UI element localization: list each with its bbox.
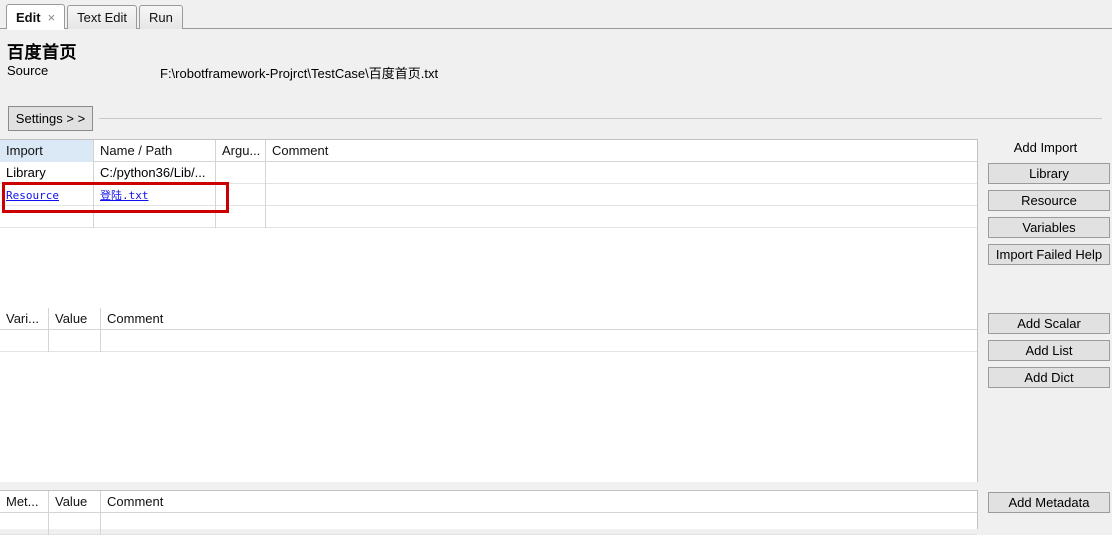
tab-bar: Edit × Text Edit Run [0, 0, 1112, 29]
resource-type-link[interactable]: Resource [6, 189, 59, 202]
metadata-header-row: Met... Value Comment [0, 491, 977, 513]
imports-col-name-path[interactable]: Name / Path [93, 140, 215, 162]
settings-grid-panel: Import Name / Path Argu... Comment Libra… [0, 139, 978, 482]
add-variables-button[interactable]: Variables [988, 217, 1110, 238]
import-name-path-cell[interactable]: 登陆.txt [93, 184, 215, 206]
import-type-cell[interactable]: Library [0, 162, 93, 184]
variable-name-cell-empty[interactable] [0, 330, 48, 352]
settings-sidebar: Add Import Library Resource Variables Im… [979, 132, 1112, 529]
variables-col-comment[interactable]: Comment [100, 308, 500, 330]
metadata-name-cell-empty[interactable] [0, 513, 48, 535]
imports-variables-gap [0, 228, 977, 308]
close-icon[interactable]: × [48, 11, 56, 24]
import-comment-cell[interactable] [265, 184, 665, 206]
tab-edit[interactable]: Edit × [6, 4, 66, 29]
tab-run[interactable]: Run [139, 5, 183, 29]
import-comment-cell[interactable] [265, 162, 665, 184]
variables-header-row: Vari... Value Comment [0, 308, 977, 330]
variable-comment-cell-empty[interactable] [100, 330, 500, 352]
settings-divider [99, 118, 1102, 119]
import-type-cell-empty[interactable] [0, 206, 93, 228]
variables-col-variable[interactable]: Vari... [0, 308, 48, 330]
imports-col-import[interactable]: Import [0, 140, 93, 162]
settings-row: Settings > > [0, 106, 1112, 132]
resource-file-link[interactable]: 登陆.txt [100, 189, 149, 202]
variables-empty-row[interactable] [0, 330, 977, 352]
add-metadata-button[interactable]: Add Metadata [988, 492, 1110, 513]
add-list-button[interactable]: Add List [988, 340, 1110, 361]
settings-toggle-button[interactable]: Settings > > [8, 106, 93, 131]
import-arguments-cell[interactable] [215, 184, 265, 206]
tab-edit-label: Edit [16, 9, 41, 25]
table-row[interactable]: Resource 登陆.txt [0, 184, 977, 206]
tab-run-label: Run [149, 10, 173, 25]
tab-text-edit-label: Text Edit [77, 10, 128, 25]
metadata-col-value[interactable]: Value [48, 491, 100, 513]
import-arguments-cell[interactable] [215, 162, 265, 184]
page-title: 百度首页 [7, 43, 77, 62]
metadata-col-name[interactable]: Met... [0, 491, 48, 513]
metadata-comment-cell-empty[interactable] [100, 513, 500, 535]
add-resource-button[interactable]: Resource [988, 190, 1110, 211]
add-scalar-button[interactable]: Add Scalar [988, 313, 1110, 334]
imports-col-comment[interactable]: Comment [265, 140, 665, 162]
table-row[interactable]: Library C:/python36/Lib/... [0, 162, 977, 184]
import-failed-help-button[interactable]: Import Failed Help [988, 244, 1110, 265]
add-import-title: Add Import [1013, 140, 1078, 155]
imports-col-arguments[interactable]: Argu... [215, 140, 265, 162]
import-comment-cell-empty[interactable] [265, 206, 665, 228]
editor-window: Edit × Text Edit Run 百度首页 Source F:\robo… [0, 0, 1112, 535]
import-type-cell[interactable]: Resource [0, 184, 93, 206]
add-dict-button[interactable]: Add Dict [988, 367, 1110, 388]
metadata-value-cell-empty[interactable] [48, 513, 100, 535]
add-library-button[interactable]: Library [988, 163, 1110, 184]
variable-value-cell-empty[interactable] [48, 330, 100, 352]
metadata-empty-row[interactable] [0, 513, 977, 535]
import-name-path-cell[interactable]: C:/python36/Lib/... [93, 162, 215, 184]
source-label: Source [7, 63, 49, 78]
imports-empty-row[interactable] [0, 206, 977, 228]
source-path-value: F:\robotframework-Projrct\TestCase\百度首页.… [160, 66, 439, 81]
metadata-col-comment[interactable]: Comment [100, 491, 500, 513]
metadata-grid-panel: Met... Value Comment [0, 490, 978, 535]
import-name-path-cell-empty[interactable] [93, 206, 215, 228]
imports-header-row: Import Name / Path Argu... Comment [0, 140, 977, 162]
variables-col-value[interactable]: Value [48, 308, 100, 330]
tab-text-edit[interactable]: Text Edit [67, 5, 138, 29]
tab-strip: Edit × Text Edit Run [6, 4, 185, 29]
import-arguments-cell-empty[interactable] [215, 206, 265, 228]
